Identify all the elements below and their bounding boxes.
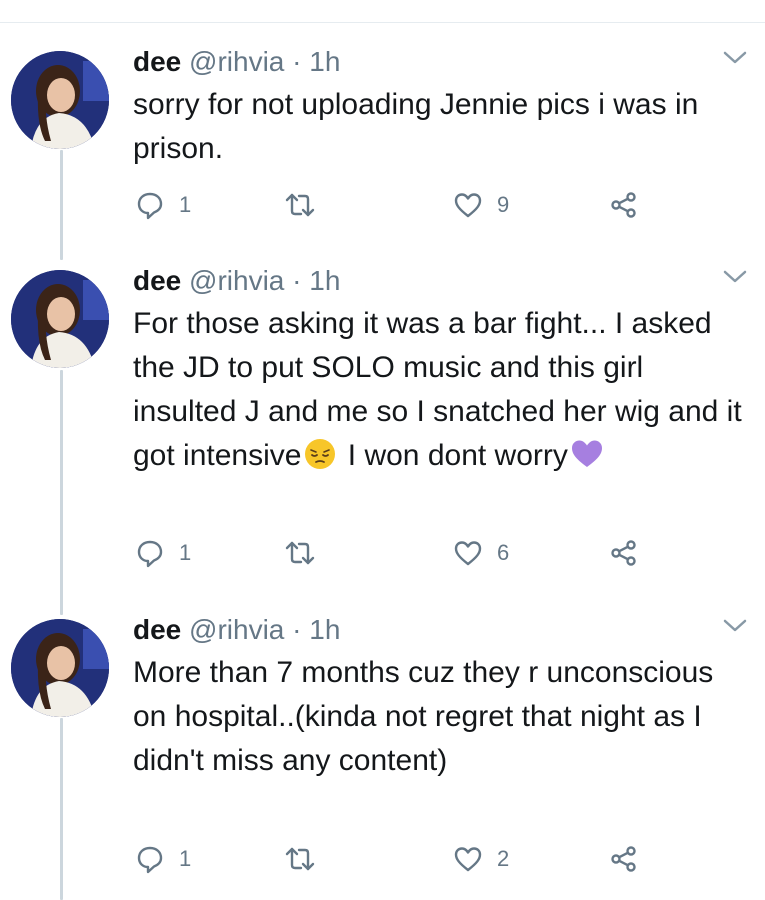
share-button[interactable] — [609, 536, 639, 570]
tweet-text-part: I won dont worry — [339, 439, 568, 472]
separator: · — [292, 614, 302, 645]
tweet-text: More than 7 months cuz they r unconsciou… — [133, 656, 714, 777]
chevron-down-icon[interactable] — [722, 266, 748, 286]
timestamp[interactable]: 1h — [309, 265, 340, 296]
share-button[interactable] — [609, 842, 639, 876]
retweet-button[interactable] — [285, 842, 315, 876]
share-icon — [611, 846, 636, 872]
like-icon — [454, 847, 482, 872]
tweet-actions: 1 2 — [133, 842, 733, 876]
reply-icon — [137, 846, 163, 874]
reply-icon — [137, 540, 163, 568]
thread-line — [60, 150, 63, 260]
retweet-button[interactable] — [285, 188, 315, 222]
like-icon — [454, 193, 482, 218]
chevron-down-icon[interactable] — [722, 47, 748, 67]
thread-line — [60, 718, 63, 900]
retweet-button[interactable] — [285, 536, 315, 570]
separator: · — [292, 265, 302, 296]
reply-count: 1 — [179, 192, 192, 217]
reply-count: 1 — [179, 846, 192, 871]
tweet-actions: 1 6 — [133, 536, 733, 570]
reply-icon — [137, 192, 163, 220]
display-name[interactable]: dee — [133, 46, 181, 77]
top-divider — [0, 22, 765, 23]
like-button[interactable]: 9 — [453, 188, 509, 222]
thread-line — [60, 370, 63, 615]
separator: · — [292, 46, 302, 77]
timestamp[interactable]: 1h — [309, 46, 340, 77]
user-handle[interactable]: @rihvia — [189, 46, 284, 77]
like-count: 9 — [497, 192, 510, 217]
purple-heart-emoji — [571, 440, 602, 467]
avatar[interactable] — [11, 270, 109, 368]
share-icon — [611, 192, 636, 218]
share-button[interactable] — [609, 188, 639, 222]
chevron-down-icon[interactable] — [722, 615, 748, 635]
reply-count: 1 — [179, 540, 192, 565]
avatar-image — [11, 270, 109, 368]
tweet-header: dee @rihvia · 1h — [133, 264, 340, 298]
share-icon — [611, 540, 636, 566]
tweet-header: dee @rihvia · 1h — [133, 45, 340, 79]
retweet-icon — [285, 541, 315, 565]
avatar-image — [11, 619, 109, 717]
display-name[interactable]: dee — [133, 265, 181, 296]
like-count: 6 — [497, 540, 510, 565]
user-handle[interactable]: @rihvia — [189, 265, 284, 296]
timestamp[interactable]: 1h — [309, 614, 340, 645]
like-button[interactable]: 2 — [453, 842, 509, 876]
like-count: 2 — [497, 846, 510, 871]
tweet-text: sorry for not uploading Jennie pics i wa… — [133, 88, 699, 165]
tweet-header: dee @rihvia · 1h — [133, 613, 340, 647]
retweet-icon — [285, 847, 315, 871]
like-button[interactable]: 6 — [453, 536, 509, 570]
like-icon — [454, 541, 482, 566]
reply-button[interactable]: 1 — [135, 536, 191, 570]
pensive-face-emoji — [305, 439, 336, 469]
avatar[interactable] — [11, 619, 109, 717]
retweet-icon — [285, 193, 315, 217]
display-name[interactable]: dee — [133, 614, 181, 645]
avatar[interactable] — [11, 51, 109, 149]
reply-button[interactable]: 1 — [135, 842, 191, 876]
tweet-text: For those asking it was a bar fight... I… — [133, 302, 748, 478]
avatar-image — [11, 51, 109, 149]
user-handle[interactable]: @rihvia — [189, 614, 284, 645]
tweet-actions: 1 9 — [133, 188, 733, 222]
reply-button[interactable]: 1 — [135, 188, 191, 222]
